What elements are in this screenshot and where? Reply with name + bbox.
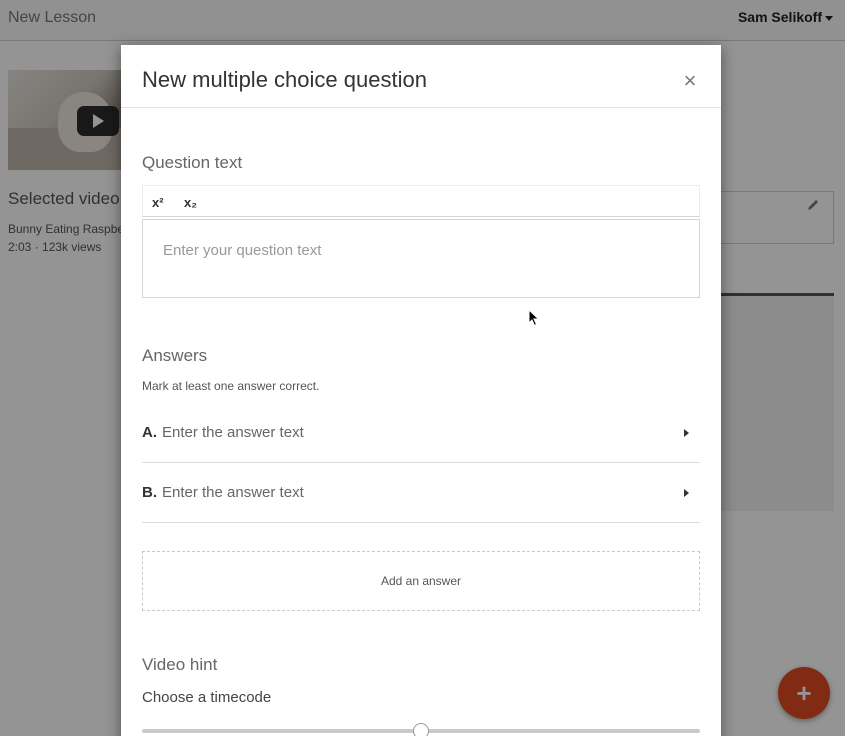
question-text-label: Question text [142,153,243,172]
chevron-right-icon[interactable] [684,429,689,437]
superscript-button[interactable]: x² [152,195,164,210]
mouse-cursor-icon [528,309,540,327]
add-answer-button[interactable]: Add an answer [142,551,700,611]
new-question-modal: New multiple choice question × Question … [121,45,721,736]
question-text-input[interactable]: Enter your question text [142,219,700,298]
answer-text-input[interactable]: Enter the answer text [162,484,304,501]
close-icon[interactable]: × [678,69,702,93]
modal-title: New multiple choice question [142,67,427,92]
answers-hint: Mark at least one answer correct. [142,379,320,393]
timecode-slider-handle[interactable] [413,723,429,736]
answer-text-input[interactable]: Enter the answer text [162,424,304,441]
answer-row-b[interactable]: B. Enter the answer text [142,463,700,523]
answer-letter: B. [142,484,157,501]
text-toolbar: x² x₂ [142,185,700,217]
video-hint-label: Video hint [142,655,218,674]
timecode-label: Choose a timecode [142,689,272,706]
answer-letter: A. [142,424,157,441]
answer-row-a[interactable]: A. Enter the answer text [142,403,700,463]
chevron-right-icon[interactable] [684,489,689,497]
subscript-button[interactable]: x₂ [184,195,197,210]
answers-label: Answers [142,346,208,365]
modal-header: New multiple choice question × [121,45,721,108]
